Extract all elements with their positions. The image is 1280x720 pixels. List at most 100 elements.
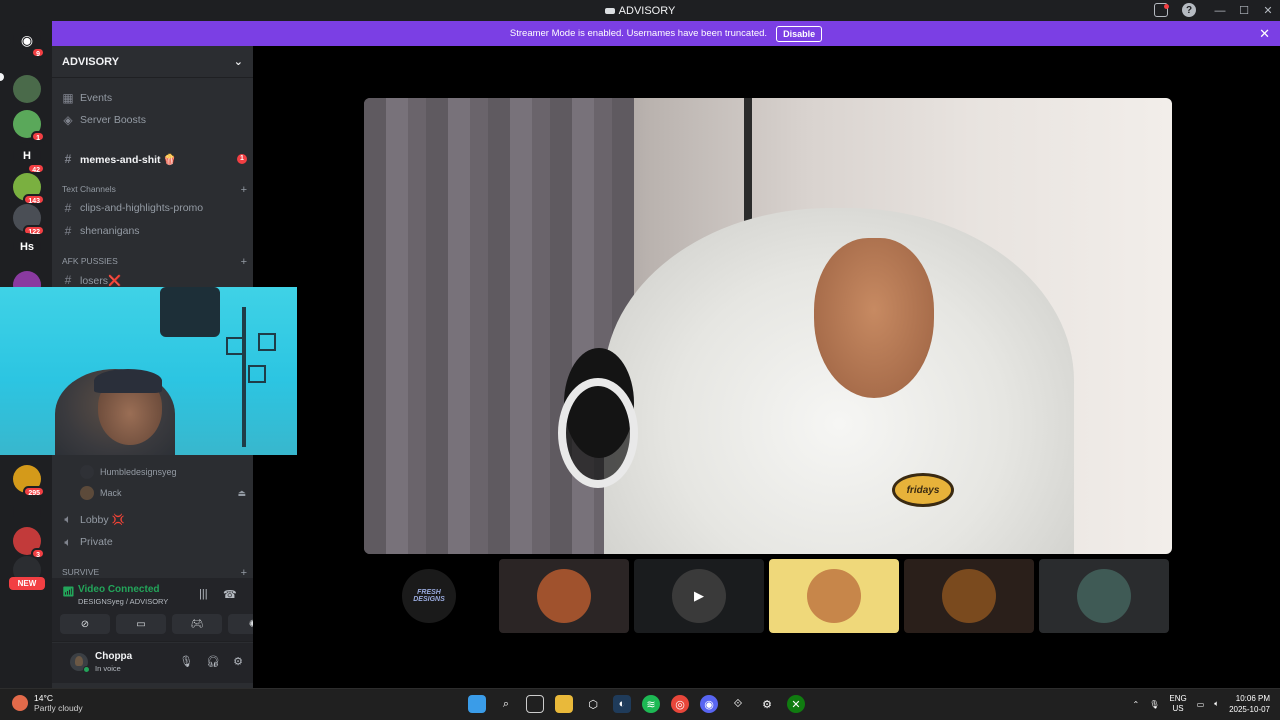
maximize-button[interactable]: ☐	[1232, 4, 1256, 17]
signal-icon[interactable]: 📶︎	[62, 587, 75, 598]
participant-tiles: FRESH DESIGNS ▶	[364, 559, 1172, 633]
server-icon[interactable]: 3	[13, 527, 45, 559]
participant-tile[interactable]	[1039, 559, 1169, 633]
network-icon[interactable]: ▭	[1197, 700, 1205, 709]
camera-off-button[interactable]: ⊘	[60, 614, 110, 634]
activities-button[interactable]: 🎮︎	[172, 614, 222, 634]
voice-status[interactable]: Video Connected	[78, 584, 160, 595]
new-badge: NEW	[9, 577, 45, 590]
disable-button[interactable]: Disable	[776, 25, 823, 42]
chrome-icon[interactable]: ◎	[671, 695, 689, 713]
server-icon[interactable]: 1	[13, 110, 45, 142]
voice-channel-private[interactable]: 🔈︎ Private	[62, 532, 247, 552]
clock[interactable]: 10:06 PM 2025-10-07	[1229, 693, 1270, 715]
participant-tile[interactable]: FRESH DESIGNS	[364, 559, 494, 633]
hashtag-icon: #	[64, 273, 72, 287]
username[interactable]: Choppa	[95, 651, 132, 662]
hoodie-patch: fridays	[892, 473, 954, 507]
server-label: H	[23, 150, 31, 162]
close-icon[interactable]: ✕	[1259, 26, 1270, 42]
voice-user[interactable]: Humbledesignsyeg	[80, 465, 177, 479]
help-icon[interactable]: ?	[1182, 3, 1196, 17]
category-text-channels[interactable]: Text Channels +	[62, 184, 247, 196]
chevron-up-icon[interactable]: ⌃	[1133, 700, 1140, 709]
add-channel-icon[interactable]: +	[241, 184, 247, 196]
mention-badge: 1	[31, 131, 45, 142]
disconnect-icon[interactable]: ☎︎	[223, 588, 237, 601]
gear-icon[interactable]: ⚙	[233, 655, 243, 668]
task-view-icon[interactable]	[526, 695, 544, 713]
sidebar-item-events[interactable]: ▦ Events	[62, 88, 247, 108]
server-icon[interactable]: 295	[13, 465, 45, 497]
guild-header[interactable]: ADVISORY ⌄	[52, 46, 253, 78]
participant-tile[interactable]	[904, 559, 1034, 633]
app-icon[interactable]: ⟐	[729, 695, 747, 713]
overlay-lamp	[258, 333, 276, 351]
overlay-cap	[94, 369, 162, 393]
inbox-icon[interactable]	[1154, 3, 1169, 17]
overlay-lamp	[226, 337, 244, 355]
server-icon[interactable]: 122	[13, 204, 45, 236]
channel-shenanigans[interactable]: # shenanigans	[62, 221, 247, 241]
server-icon[interactable]: Hs	[13, 233, 41, 261]
voice-location[interactable]: DESIGNSyeg / ADVISORY	[78, 597, 168, 606]
screen-share-button[interactable]: ▭	[116, 614, 166, 634]
server-icon[interactable]	[13, 498, 41, 526]
add-channel-icon[interactable]: +	[241, 256, 247, 268]
hashtag-icon: #	[64, 201, 72, 215]
channel-memes-and-shit[interactable]: # memes-and-shit 🍿 1	[62, 149, 247, 169]
webcam-overlay	[0, 287, 298, 455]
voice-channel-lobby[interactable]: 🔈︎ Lobby 💢	[62, 509, 247, 529]
server-icon[interactable]: 143	[13, 173, 45, 205]
server-icon[interactable]	[13, 75, 41, 103]
home-badge: 9	[31, 47, 45, 58]
participant-tile[interactable]	[499, 559, 629, 633]
avatar	[807, 569, 861, 623]
spotify-icon[interactable]: ≋	[642, 695, 660, 713]
overlay-light	[160, 287, 220, 337]
status-badge	[83, 666, 90, 673]
voice-user[interactable]: Mack ⏏	[80, 486, 246, 500]
overlay-lamp-pole	[242, 307, 246, 447]
banner-message: Streamer Mode is enabled. Usernames have…	[509, 28, 768, 39]
headphones-icon[interactable]: 🎧︎	[206, 655, 220, 668]
app-icon[interactable]: ⚙	[758, 695, 776, 713]
participant-tile[interactable]	[769, 559, 899, 633]
overlay-lamp	[248, 365, 266, 383]
weather-widget[interactable]: 14°C Partly cloudy	[12, 693, 83, 713]
server-icon[interactable]: H 42	[13, 142, 45, 174]
volume-icon[interactable]: 🔈︎	[1214, 699, 1219, 709]
start-icon[interactable]	[468, 695, 486, 713]
participant-tile[interactable]: ▶	[634, 559, 764, 633]
category-afk[interactable]: AFK PUSSIES +	[62, 256, 247, 268]
boost-icon: ◈	[63, 113, 73, 127]
language-indicator[interactable]: ENG US	[1169, 694, 1186, 714]
main-video-feed[interactable]: fridays	[364, 98, 1172, 554]
unread-pill	[0, 73, 4, 81]
steam-icon[interactable]: ◐	[613, 695, 631, 713]
close-button[interactable]: ✕	[1256, 4, 1280, 17]
home-button[interactable]: ◉ 9	[13, 26, 45, 58]
video-face	[814, 238, 934, 398]
microphone-tray-icon[interactable]: 🎙︎	[1149, 700, 1159, 709]
mention-badge: 295	[23, 486, 45, 497]
avatar	[80, 486, 94, 500]
user-panel: Choppa In voice 🎙︎ 🎧︎ ⚙	[52, 643, 253, 683]
file-explorer-icon[interactable]	[555, 695, 573, 713]
sidebar-item-server-boosts[interactable]: ◈ Server Boosts	[62, 110, 247, 130]
xbox-icon[interactable]: ✕	[787, 695, 805, 713]
microphone-icon[interactable]: 🎙︎	[179, 655, 193, 668]
streaming-icon: ⏏	[237, 487, 247, 498]
minimize-button[interactable]: —	[1208, 5, 1232, 17]
noise-suppression-icon[interactable]: |||	[199, 588, 208, 600]
discord-app-icon[interactable]: ◉	[700, 695, 718, 713]
avatar	[80, 465, 94, 479]
guild-name: ADVISORY	[62, 55, 120, 68]
channel-clips-and-highlights-promo[interactable]: # clips-and-highlights-promo	[62, 198, 247, 218]
avatar	[942, 569, 996, 623]
voice-connected-panel: 📶︎ Video Connected DESIGNSyeg / ADVISORY…	[52, 578, 278, 642]
camera-icon: ▶	[694, 588, 704, 603]
search-icon[interactable]: ⌕	[497, 695, 515, 713]
discord-icon: ◉	[20, 31, 34, 48]
settings-app-icon[interactable]: ⬡	[584, 695, 602, 713]
